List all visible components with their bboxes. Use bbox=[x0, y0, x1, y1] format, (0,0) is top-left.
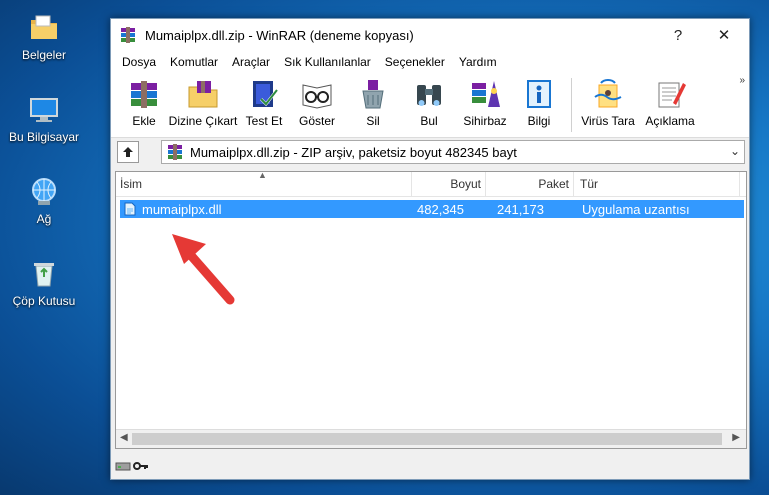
status-drive-key-icons[interactable] bbox=[115, 458, 151, 474]
column-header-packed[interactable]: Paket bbox=[486, 172, 574, 196]
find-button[interactable]: Bul bbox=[401, 73, 457, 128]
menu-tools[interactable]: Araçlar bbox=[225, 55, 277, 69]
column-header-row: ▲ İsim Boyut Paket Tür bbox=[116, 170, 746, 197]
network-icon bbox=[28, 176, 60, 208]
key-icon bbox=[133, 462, 148, 470]
window-title: Mumaiplpx.dll.zip - WinRAR (deneme kopya… bbox=[145, 27, 414, 43]
archive-path-text: Mumaiplpx.dll.zip - ZIP arşiv, paketsiz … bbox=[190, 144, 517, 160]
extract-folder-icon bbox=[186, 77, 220, 111]
binoculars-icon bbox=[412, 77, 446, 111]
glasses-book-icon bbox=[300, 77, 334, 111]
sort-ascending-icon: ▲ bbox=[258, 170, 267, 180]
wizard-icon bbox=[468, 77, 502, 111]
red-arrow-annotation-icon bbox=[172, 234, 235, 305]
desktop-icon-documents[interactable]: Belgeler bbox=[0, 12, 94, 62]
horizontal-scrollbar[interactable]: ◀ ▶ bbox=[116, 429, 746, 448]
menu-options[interactable]: Seçenekler bbox=[378, 55, 452, 69]
test-book-icon bbox=[247, 77, 281, 111]
desktop-icon-recycle-bin[interactable]: Çöp Kutusu bbox=[0, 258, 94, 308]
extract-to-button[interactable]: Dizine Çıkart bbox=[167, 73, 239, 128]
file-size: 482,345 bbox=[417, 201, 464, 217]
menu-commands[interactable]: Komutlar bbox=[163, 55, 225, 69]
file-list: ▲ İsim Boyut Paket Tür mumaiplpx.dll 482… bbox=[115, 170, 747, 449]
archive-books-icon bbox=[127, 77, 161, 111]
scroll-left-icon[interactable]: ◀ bbox=[120, 432, 128, 443]
menu-help[interactable]: Yardım bbox=[452, 55, 504, 69]
table-row[interactable]: mumaiplpx.dll 482,345 241,173 Uygulama u… bbox=[120, 200, 744, 218]
scrollbar-thumb[interactable] bbox=[132, 433, 722, 445]
file-name-cell: mumaiplpx.dll bbox=[120, 202, 412, 217]
folder-icon bbox=[28, 12, 60, 44]
comment-button[interactable]: Açıklama bbox=[638, 73, 702, 128]
desktop-icon-label: Ağ bbox=[36, 212, 52, 226]
delete-icon bbox=[356, 77, 390, 111]
help-button[interactable]: ? bbox=[655, 19, 701, 51]
file-name: mumaiplpx.dll bbox=[142, 201, 222, 217]
desktop-icon-label: Çöp Kutusu bbox=[12, 294, 76, 308]
view-button[interactable]: Göster bbox=[289, 73, 345, 128]
winrar-app-icon bbox=[119, 26, 137, 44]
status-bar bbox=[111, 453, 749, 479]
desktop-icon-label: Bu Bilgisayar bbox=[8, 130, 80, 144]
desktop-icon-label: Belgeler bbox=[21, 48, 67, 62]
title-bar[interactable]: Mumaiplpx.dll.zip - WinRAR (deneme kopya… bbox=[111, 19, 749, 51]
comment-icon bbox=[653, 77, 687, 111]
computer-icon bbox=[28, 94, 60, 126]
menu-bar: Dosya Komutlar Araçlar Sık Kullanılanlar… bbox=[111, 51, 749, 73]
desktop-icon-network[interactable]: Ağ bbox=[0, 176, 94, 226]
toolbar: Ekle Dizine Çıkart Test Et Göster Sil Bu… bbox=[111, 73, 749, 138]
test-button[interactable]: Test Et bbox=[239, 73, 289, 128]
up-one-level-button[interactable] bbox=[117, 141, 139, 163]
arrow-up-icon bbox=[123, 147, 133, 157]
archive-path-dropdown[interactable]: Mumaiplpx.dll.zip - ZIP arşiv, paketsiz … bbox=[161, 140, 745, 164]
zip-archive-icon bbox=[166, 143, 184, 161]
dll-file-icon bbox=[124, 202, 136, 216]
info-icon bbox=[522, 77, 556, 111]
menu-file[interactable]: Dosya bbox=[115, 55, 163, 69]
menu-favorites[interactable]: Sık Kullanılanlar bbox=[277, 55, 378, 69]
drive-icon bbox=[115, 462, 131, 471]
recycle-bin-icon bbox=[28, 258, 60, 290]
file-type: Uygulama uzantısı bbox=[582, 201, 690, 217]
add-button[interactable]: Ekle bbox=[121, 73, 167, 128]
delete-button[interactable]: Sil bbox=[345, 73, 401, 128]
column-header-type[interactable]: Tür bbox=[574, 172, 740, 196]
info-button[interactable]: Bilgi bbox=[513, 73, 565, 128]
address-bar: Mumaiplpx.dll.zip - ZIP arşiv, paketsiz … bbox=[111, 138, 749, 166]
toolbar-separator bbox=[571, 78, 572, 132]
wizard-button[interactable]: Sihirbaz bbox=[457, 73, 513, 128]
column-header-size[interactable]: Boyut bbox=[412, 172, 486, 196]
toolbar-overflow-button[interactable]: » bbox=[739, 75, 745, 86]
desktop-icon-this-pc[interactable]: Bu Bilgisayar bbox=[0, 94, 94, 144]
scroll-right-icon[interactable]: ▶ bbox=[732, 432, 740, 443]
file-packed-size: 241,173 bbox=[497, 201, 544, 217]
virus-scan-button[interactable]: Virüs Tara bbox=[578, 73, 638, 128]
close-button[interactable]: ✕ bbox=[701, 19, 747, 51]
virus-scan-icon bbox=[591, 77, 625, 111]
chevron-down-icon[interactable]: ⌄ bbox=[730, 144, 740, 158]
